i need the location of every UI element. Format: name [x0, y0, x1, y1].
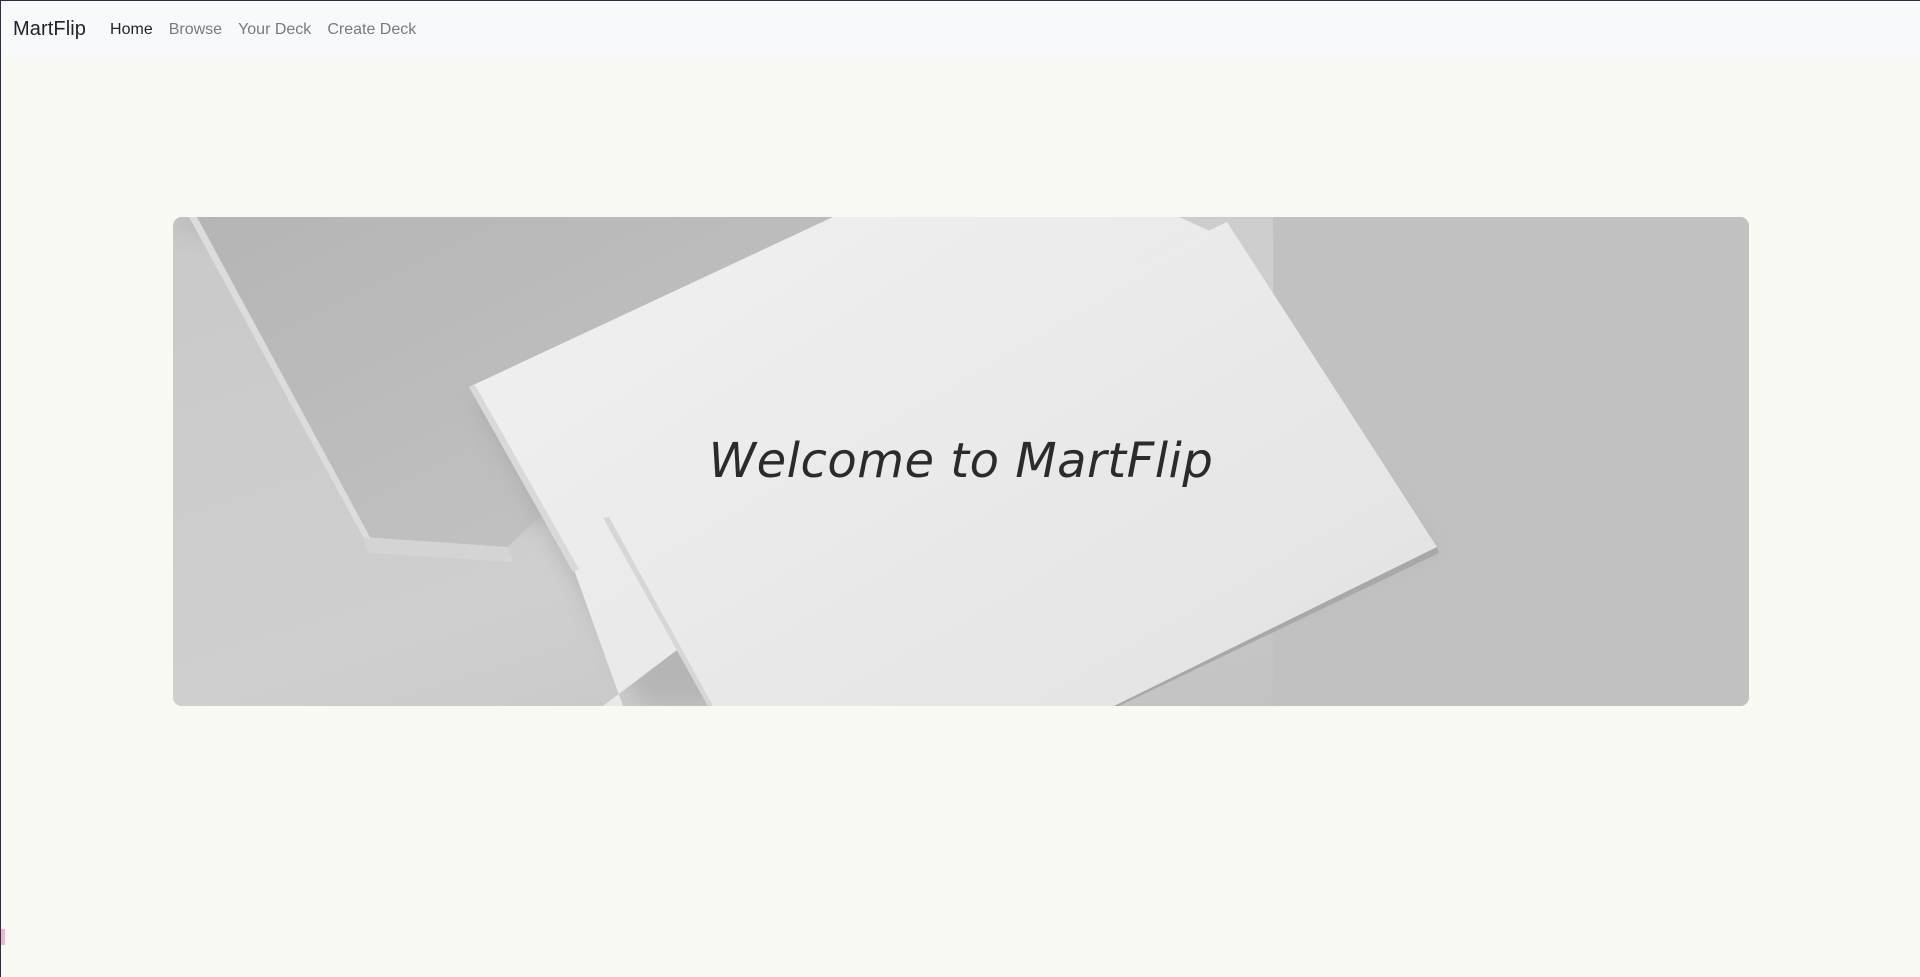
- nav-link-create-deck[interactable]: Create Deck: [327, 21, 416, 39]
- brand-logo-link[interactable]: MartFlip: [13, 18, 86, 41]
- page: MartFlip Home Browse Your Deck Create De…: [0, 0, 1920, 977]
- nav-link-browse[interactable]: Browse: [169, 21, 222, 39]
- nav-link-home[interactable]: Home: [110, 21, 153, 39]
- edge-marker: [1, 929, 5, 945]
- hero-title: Welcome to MartFlip: [708, 432, 1214, 489]
- nav-links: Home Browse Your Deck Create Deck: [110, 21, 416, 39]
- navbar: MartFlip Home Browse Your Deck Create De…: [1, 1, 1920, 58]
- nav-link-your-deck[interactable]: Your Deck: [238, 21, 311, 39]
- hero-banner: Welcome to MartFlip: [173, 217, 1749, 706]
